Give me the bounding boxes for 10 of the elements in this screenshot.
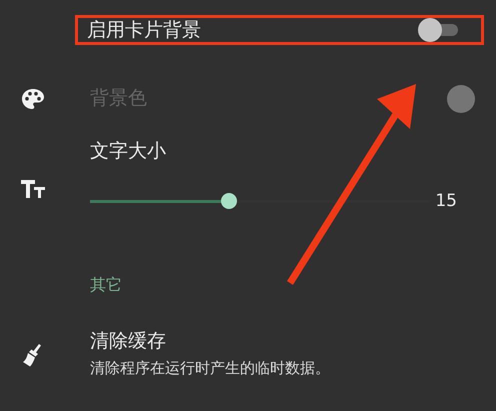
slider-value: 15 (435, 190, 457, 214)
setting-title: 启用卡片背景 (87, 18, 202, 42)
setting-title[interactable]: 清除缓存 (90, 330, 484, 354)
setting-title: 文字大小 (90, 140, 167, 164)
text-size-icon (20, 179, 46, 199)
category-header: 其它 (90, 274, 122, 296)
palette-icon (21, 88, 45, 110)
broom-icon (22, 343, 44, 367)
setting-summary: 清除程序在运行时产生的临时数据。 (90, 358, 331, 380)
slider-thumb[interactable] (221, 193, 238, 210)
